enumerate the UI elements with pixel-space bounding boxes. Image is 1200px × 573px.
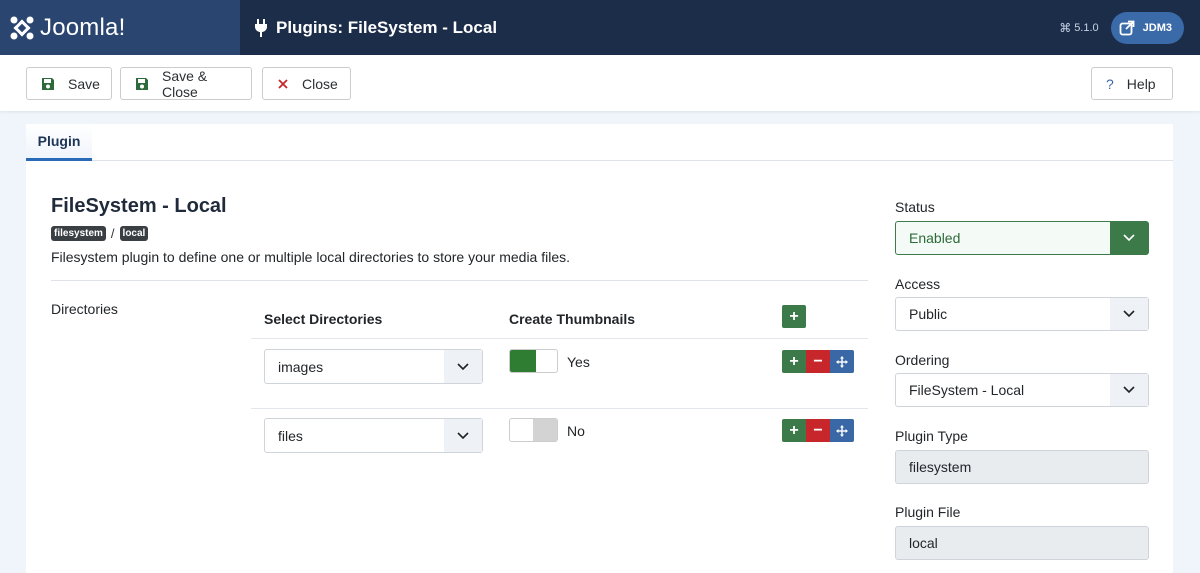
- logo-text: Joomla!: [40, 13, 126, 41]
- directory-select[interactable]: files: [264, 418, 483, 453]
- plugin-title: FileSystem - Local: [51, 195, 227, 217]
- ordering-select[interactable]: FileSystem - Local: [895, 373, 1149, 407]
- plugin-file-field: local: [895, 526, 1149, 560]
- plus-icon: +: [789, 307, 799, 325]
- ordering-label: Ordering: [895, 352, 950, 368]
- plugin-badges: filesystem / local: [51, 226, 149, 241]
- add-row-button[interactable]: +: [782, 350, 806, 373]
- save-icon: [41, 77, 55, 91]
- plugin-form-card: Plugin FileSystem - Local filesystem / l…: [26, 124, 1173, 573]
- joomla-small-icon: ⌘: [1059, 20, 1072, 35]
- row-divider: [251, 408, 868, 409]
- access-label: Access: [895, 276, 941, 292]
- version-text: 5.1.0: [1074, 21, 1099, 34]
- select-directories-header: Select Directories: [264, 311, 383, 327]
- directory-select-value: files: [278, 427, 303, 444]
- help-button[interactable]: ? Help: [1091, 67, 1173, 100]
- row-actions: + −: [782, 419, 854, 442]
- close-icon: [277, 78, 289, 90]
- save-button[interactable]: Save: [26, 67, 112, 100]
- add-row-button[interactable]: +: [782, 419, 806, 442]
- access-select[interactable]: Public: [895, 297, 1149, 331]
- badge-element: local: [119, 226, 149, 241]
- badge-group: filesystem: [51, 226, 106, 241]
- move-icon: [836, 424, 848, 437]
- minus-icon: −: [813, 421, 823, 439]
- site-link-button[interactable]: JDM3: [1110, 11, 1184, 44]
- ordering-value: FileSystem - Local: [909, 382, 1025, 398]
- toggle-knob-off: [533, 419, 557, 441]
- thumbnails-toggle[interactable]: [509, 349, 558, 373]
- plugin-type-label: Plugin Type: [895, 428, 968, 444]
- page-title-text: Plugins: FileSystem - Local: [276, 17, 498, 37]
- status-value: Enabled: [909, 230, 961, 246]
- directory-select[interactable]: images: [264, 349, 483, 384]
- minus-icon: −: [813, 352, 823, 370]
- move-row-button[interactable]: [830, 419, 854, 442]
- tab-bar: Plugin: [26, 124, 1173, 161]
- plus-icon: +: [789, 421, 799, 439]
- chevron-down-icon: [1110, 374, 1148, 406]
- directory-select-value: images: [278, 358, 324, 375]
- move-icon: [836, 355, 848, 368]
- create-thumbnails-header: Create Thumbnails: [509, 311, 636, 327]
- move-row-button[interactable]: [830, 350, 854, 373]
- save-icon: [135, 77, 149, 91]
- site-name: JDM3: [1142, 21, 1172, 34]
- toolbar: Save Save & Close Close ? Help: [0, 55, 1200, 111]
- status-select[interactable]: Enabled: [895, 221, 1149, 255]
- external-link-icon: [1119, 20, 1135, 35]
- close-button[interactable]: Close: [262, 67, 351, 100]
- version-info: ⌘ 5.1.0: [1059, 21, 1098, 35]
- toggle-knob-on: [510, 350, 536, 372]
- thumbnails-toggle-label: No: [567, 423, 585, 439]
- save-close-button[interactable]: Save & Close: [120, 67, 252, 100]
- chevron-down-icon: [444, 419, 482, 452]
- joomla-logo[interactable]: Joomla!: [0, 0, 240, 55]
- plugin-description: Filesystem plugin to define one or multi…: [51, 249, 571, 265]
- page-title: Plugins: FileSystem - Local: [240, 18, 497, 38]
- save-label: Save: [68, 75, 100, 92]
- thumbnails-toggle[interactable]: [509, 418, 558, 442]
- directories-label: Directories: [51, 301, 118, 317]
- app-header: Joomla! Plugins: FileSystem - Local ⌘ 5.…: [0, 0, 1200, 55]
- close-label: Close: [302, 75, 338, 92]
- row-actions: + −: [782, 350, 854, 373]
- badge-separator: /: [110, 226, 115, 241]
- question-icon: ?: [1106, 75, 1114, 92]
- plug-icon: [255, 18, 267, 37]
- thumbnails-toggle-label: Yes: [567, 354, 590, 370]
- access-value: Public: [909, 306, 948, 322]
- tab-plugin[interactable]: Plugin: [26, 124, 92, 161]
- help-label: Help: [1126, 75, 1156, 92]
- divider: [51, 280, 868, 281]
- plus-icon: +: [789, 352, 799, 370]
- plugin-file-label: Plugin File: [895, 504, 961, 520]
- plugin-type-field: filesystem: [895, 450, 1149, 484]
- joomla-logo-icon: [10, 16, 34, 39]
- chevron-down-icon: [1110, 222, 1148, 254]
- add-row-button[interactable]: +: [782, 305, 806, 328]
- chevron-down-icon: [1110, 298, 1148, 330]
- remove-row-button[interactable]: −: [806, 350, 830, 373]
- remove-row-button[interactable]: −: [806, 419, 830, 442]
- save-close-label: Save & Close: [162, 67, 208, 100]
- status-label: Status: [895, 199, 935, 215]
- row-divider: [251, 338, 868, 339]
- chevron-down-icon: [444, 350, 482, 383]
